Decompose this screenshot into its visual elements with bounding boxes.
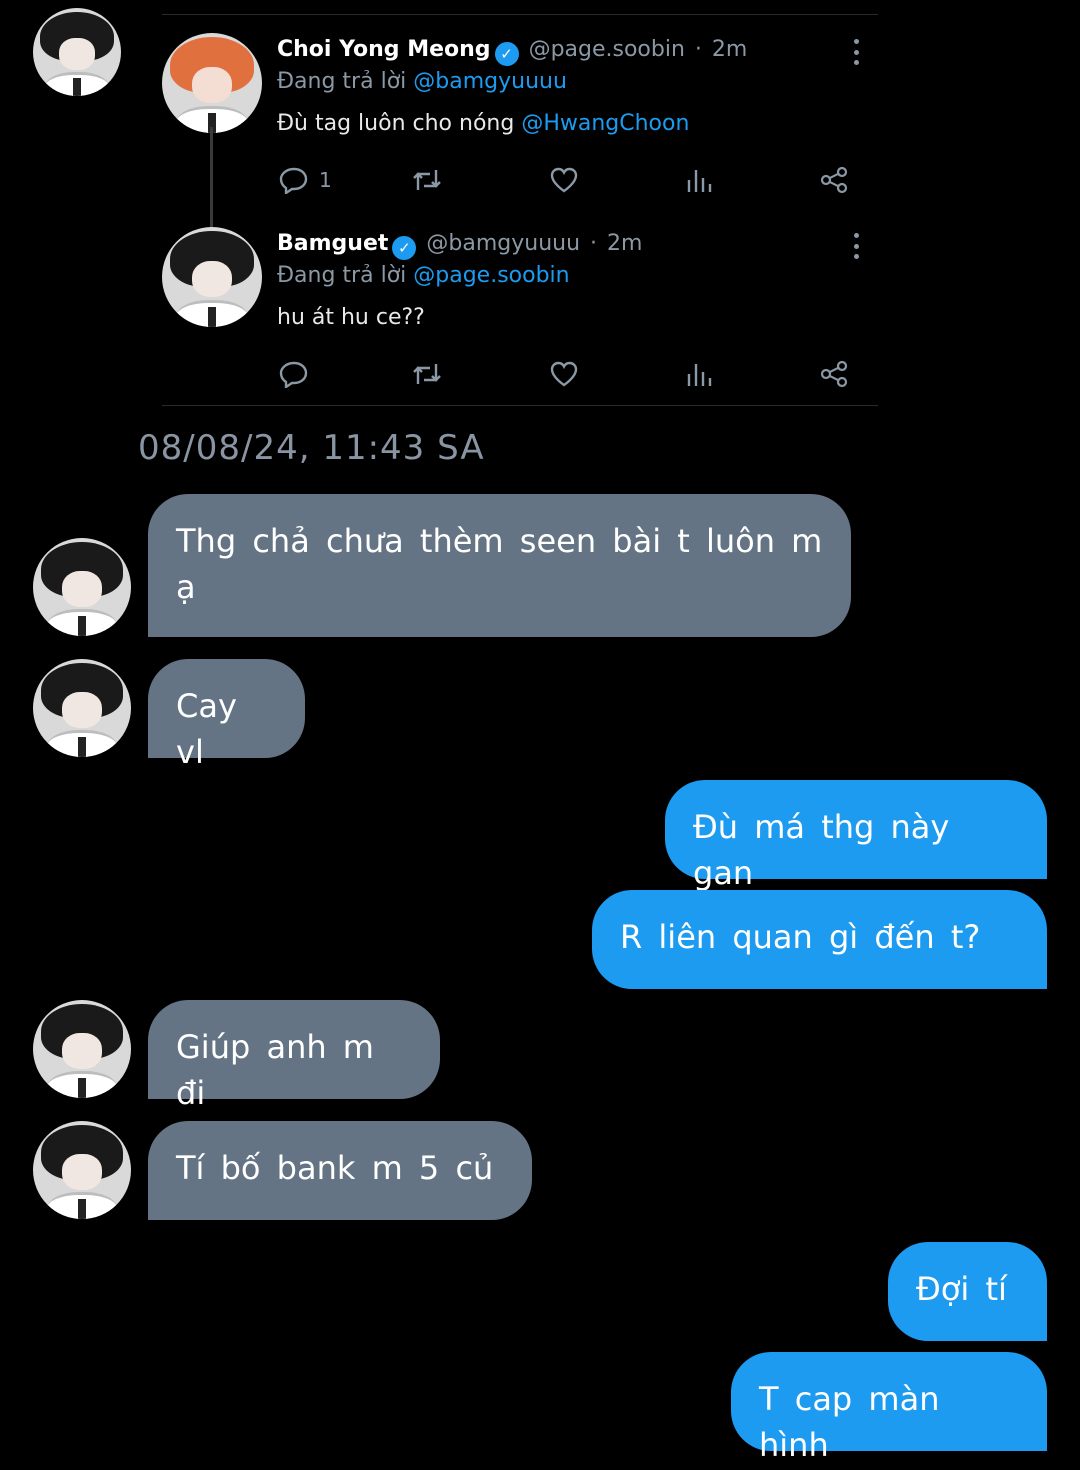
views-button[interactable] xyxy=(682,359,716,389)
avatar[interactable] xyxy=(33,1121,131,1219)
tweet-body: hu át hu ce?? xyxy=(277,305,425,330)
reply-button[interactable] xyxy=(277,359,311,389)
tweet-time: 2m xyxy=(607,231,643,256)
avatar[interactable] xyxy=(33,538,131,636)
tweet-text: Đù tag luôn cho nóng @HwangChoon xyxy=(277,111,689,136)
retweet-button[interactable] xyxy=(410,165,444,195)
replying-to-mention[interactable]: @bamgyuuuu xyxy=(413,69,567,94)
more-options-icon[interactable] xyxy=(852,39,860,65)
views-button[interactable] xyxy=(682,165,716,195)
share-icon xyxy=(820,360,848,388)
tweet-author-avatar[interactable] xyxy=(162,227,262,327)
share-button[interactable] xyxy=(817,359,851,389)
incoming-message-bubble[interactable]: Giúp anh m đi xyxy=(148,1000,440,1112)
like-button[interactable] xyxy=(547,165,581,195)
replying-to-line: Đang trả lời @bamgyuuuu xyxy=(277,69,567,94)
incoming-message-bubble[interactable]: Cay vl xyxy=(148,659,305,771)
replying-prefix: Đang trả lời xyxy=(277,69,407,94)
avatar[interactable] xyxy=(33,659,131,757)
tweet-author-name[interactable]: Choi Yong Meong xyxy=(277,37,491,62)
shared-tweet-card[interactable]: Choi Yong Meong ✓ @page.soobin · 2m Đang trả… xyxy=(162,14,878,406)
avatar[interactable] xyxy=(33,8,121,96)
tweet-author-handle[interactable]: @page.soobin xyxy=(529,37,685,62)
outgoing-message-bubble[interactable]: R liên quan gì đến t? xyxy=(592,890,1047,989)
replying-prefix: Đang trả lời xyxy=(277,263,407,288)
thread-connector-line xyxy=(210,127,213,237)
like-button[interactable] xyxy=(547,359,581,389)
verified-badge-icon: ✓ xyxy=(494,42,519,66)
retweet-icon xyxy=(413,364,441,384)
reply-button[interactable]: 1 xyxy=(277,165,332,195)
tweet-actions: 1 xyxy=(277,165,857,195)
views-icon xyxy=(687,170,712,192)
avatar[interactable] xyxy=(33,1000,131,1098)
more-options-icon[interactable] xyxy=(852,233,860,259)
incoming-message-bubble[interactable]: Thg chả chưa thèm seen bài t luôn m ạ xyxy=(148,494,851,637)
separator-dot: · xyxy=(590,231,598,256)
views-icon xyxy=(687,364,712,386)
share-icon xyxy=(820,166,848,194)
tweet-header: Choi Yong Meong ✓ @page.soobin · 2m xyxy=(277,37,747,66)
outgoing-message-bubble[interactable]: Đù má thg này gan xyxy=(665,780,1047,892)
outgoing-message-bubble[interactable]: Đợi tí xyxy=(888,1242,1047,1341)
reply-icon xyxy=(279,167,308,194)
like-icon xyxy=(550,361,578,387)
tweet-author-handle[interactable]: @bamgyuuuu xyxy=(426,231,580,256)
verified-badge-icon: ✓ xyxy=(392,236,417,260)
tweet-time: 2m xyxy=(711,37,748,62)
tweet-header: Bamguet ✓ @bamgyuuuu · 2m xyxy=(277,231,642,260)
tweet-author-name[interactable]: Bamguet xyxy=(277,231,388,256)
like-icon xyxy=(550,167,578,193)
tweet-actions xyxy=(277,359,857,389)
separator-dot: · xyxy=(694,37,702,62)
retweet-icon xyxy=(413,170,441,190)
message-timestamp: 08/08/24, 11:43 SA xyxy=(138,428,485,468)
retweet-button[interactable] xyxy=(410,359,444,389)
replying-to-mention[interactable]: @page.soobin xyxy=(413,263,569,288)
tweet-body: Đù tag luôn cho nóng xyxy=(277,111,515,136)
outgoing-message-bubble[interactable]: T cap màn hình xyxy=(731,1352,1047,1464)
tweet-mention[interactable]: @HwangChoon xyxy=(521,111,689,136)
tweet-author-avatar[interactable] xyxy=(162,33,262,133)
reply-count: 1 xyxy=(319,168,332,192)
share-button[interactable] xyxy=(817,165,851,195)
tweet-text: hu át hu ce?? xyxy=(277,305,425,330)
replying-to-line: Đang trả lời @page.soobin xyxy=(277,263,570,288)
incoming-message-bubble[interactable]: Tí bố bank m 5 củ xyxy=(148,1121,532,1220)
reply-icon xyxy=(279,361,308,388)
